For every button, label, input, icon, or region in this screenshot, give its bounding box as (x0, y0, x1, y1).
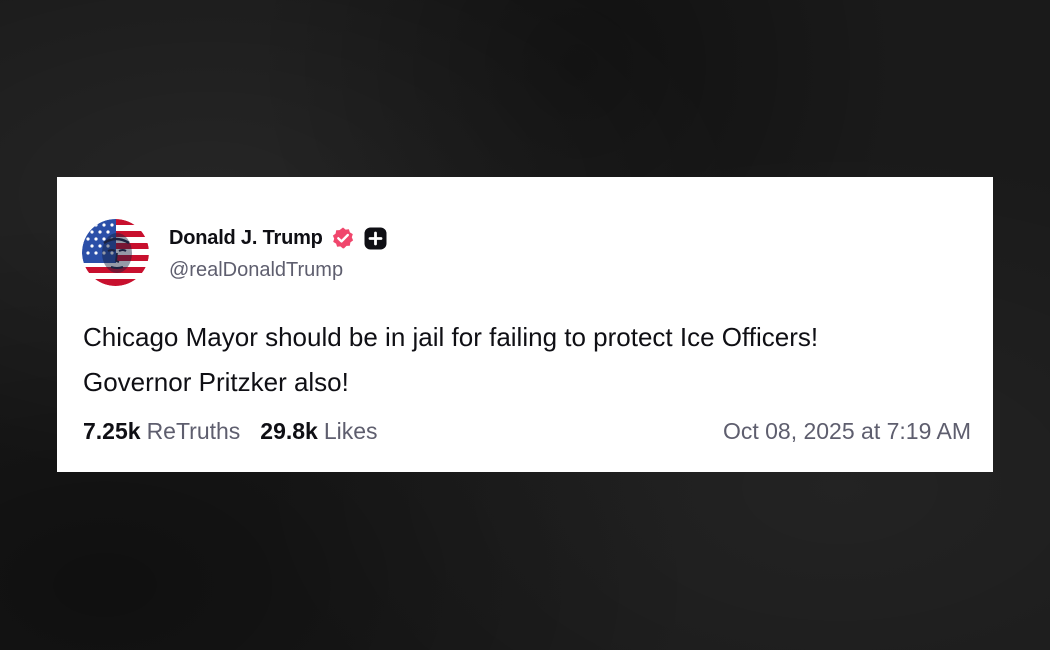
author-row: Donald J. Trump (169, 223, 387, 253)
post-body: Chicago Mayor should be in jail for fail… (83, 315, 983, 405)
likes-count: 29.8k (260, 418, 318, 444)
plus-subscriber-icon (364, 227, 387, 250)
post-card: Donald J. Trump @realDonaldTrump Chicago… (57, 177, 993, 472)
post-timestamp[interactable]: Oct 08, 2025 at 7:19 AM (723, 418, 971, 445)
flag-portrait-avatar-icon (82, 219, 149, 286)
likes-stat[interactable]: 29.8k Likes (260, 418, 377, 445)
avatar[interactable] (82, 219, 149, 286)
likes-label: Likes (323, 418, 378, 444)
post-text-line: Governor Pritzker also! (83, 367, 349, 397)
retruths-count: 7.25k (83, 418, 141, 444)
retruths-label: ReTruths (146, 418, 241, 444)
verified-badge-icon (331, 226, 355, 250)
post-stats: 7.25k ReTruths 29.8k Likes (83, 418, 378, 445)
author-display-name[interactable]: Donald J. Trump (169, 227, 323, 250)
retruths-stat[interactable]: 7.25k ReTruths (83, 418, 240, 445)
author-handle[interactable]: @realDonaldTrump (169, 259, 343, 282)
post-text-line: Chicago Mayor should be in jail for fail… (83, 322, 819, 352)
